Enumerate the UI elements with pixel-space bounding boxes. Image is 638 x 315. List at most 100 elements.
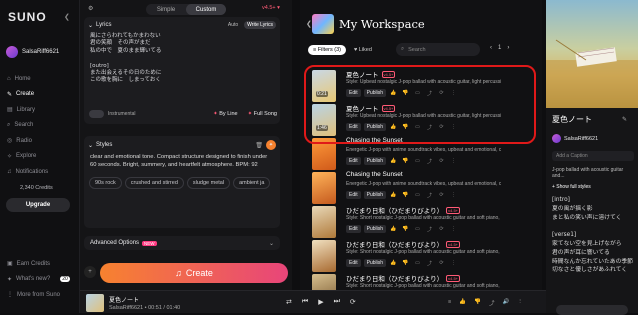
collapse-icon[interactable]: ❮	[64, 13, 70, 21]
mode-custom[interactable]: Custom	[186, 4, 226, 15]
style-tag[interactable]: ambient ja	[233, 177, 271, 190]
song-title[interactable]: ひだまり日和（ひだまりびより）	[346, 205, 443, 215]
comment-icon[interactable]: ▭	[413, 192, 422, 198]
play-icon[interactable]: ▶	[318, 298, 323, 306]
whats-new-link[interactable]: ✦ What's new? 20	[7, 272, 70, 288]
comment-icon[interactable]: ▭	[413, 260, 422, 266]
dislike-icon[interactable]: 👎	[401, 158, 410, 164]
dislike-icon[interactable]: 👎	[401, 192, 410, 198]
write-lyrics-tab[interactable]: Write Lyrics	[244, 21, 276, 29]
full-song-button[interactable]: ✦ Full Song	[248, 111, 277, 117]
song-row[interactable]: ひだまり日和（ひだまりびより） v4.5+ Style: Short nostalg…	[312, 238, 540, 272]
edit-button[interactable]: Edit	[346, 259, 361, 267]
song-title[interactable]: ひだまり日和（ひだまりびより）	[346, 239, 443, 249]
more-icon[interactable]: ⋮	[449, 260, 458, 266]
song-thumbnail[interactable]	[312, 240, 336, 272]
earn-credits-link[interactable]: ▣ Earn Credits	[7, 256, 70, 272]
share-icon[interactable]: ⤴	[489, 299, 495, 307]
next-page-icon[interactable]: ›	[507, 45, 509, 51]
chevron-down-icon[interactable]: ⌄	[88, 142, 93, 149]
styles-input[interactable]: clear and emotional tone. Compact struct…	[84, 154, 280, 169]
model-version-select[interactable]: v4.5+ ▾	[262, 5, 280, 11]
share-icon[interactable]: ⤴	[425, 158, 434, 165]
user-profile[interactable]: SalsaRiff6621	[6, 46, 59, 58]
show-styles-link[interactable]: + Show full styles	[552, 184, 634, 190]
chevron-down-icon[interactable]: ⌄	[88, 22, 93, 29]
like-icon[interactable]: 👍	[389, 158, 398, 164]
share-icon[interactable]: ⤴	[425, 192, 434, 199]
remix-icon[interactable]: ⟳	[437, 260, 446, 266]
edit-button[interactable]: Edit	[346, 157, 361, 165]
publish-button[interactable]: Publish	[363, 191, 387, 199]
publish-button[interactable]: Publish	[363, 157, 387, 165]
prev-page-icon[interactable]: ‹	[490, 45, 492, 51]
comment-icon[interactable]: ▭	[413, 226, 422, 232]
back-icon[interactable]: ❮	[306, 20, 312, 28]
song-title[interactable]: ひだまり日和（ひだまりびより）	[346, 273, 443, 283]
settings-icon[interactable]: ⚙	[88, 5, 93, 12]
comment-icon[interactable]: ▭	[413, 158, 422, 164]
nav-search[interactable]: ⌕ Search	[7, 118, 48, 134]
remix-icon[interactable]: ⟳	[437, 192, 446, 198]
suno-logo[interactable]: SUNO	[8, 10, 47, 24]
nav-create[interactable]: ✎ Create	[7, 87, 48, 103]
song-row[interactable]: Chasing the Sunset Energetic J-pop with a…	[312, 170, 540, 204]
advanced-options[interactable]: Advanced Options NEW ⌄	[84, 236, 280, 250]
like-icon[interactable]: 👍	[459, 299, 466, 307]
remix-icon[interactable]: ⟳	[437, 226, 446, 232]
dislike-icon[interactable]: 👎	[401, 260, 410, 266]
edit-button[interactable]: Edit	[346, 225, 361, 233]
more-icon[interactable]: ⋮	[517, 299, 523, 307]
mode-simple[interactable]: Simple	[146, 4, 186, 15]
lyrics-input[interactable]: 風にさらわれてもかまわない 君の笑顔 その声がまだ 私の中で 夏のまま輝いてる …	[84, 33, 280, 85]
share-icon[interactable]: ⤴	[425, 226, 434, 233]
liked-filter[interactable]: ♥ Liked	[350, 45, 376, 55]
instrumental-toggle[interactable]	[89, 110, 104, 118]
dislike-icon[interactable]: 👎	[401, 226, 410, 232]
filters-button[interactable]: ≡ Filters (3)	[308, 44, 346, 55]
trash-icon[interactable]: 🗑	[255, 142, 263, 149]
publish-button[interactable]: Publish	[363, 225, 387, 233]
song-title[interactable]: Chasing the Sunset	[346, 171, 403, 178]
remix-button[interactable]	[556, 305, 628, 315]
dislike-icon[interactable]: 👎	[474, 299, 481, 307]
style-tag[interactable]: sludge metal	[186, 177, 231, 190]
edit-icon[interactable]: ✎	[622, 116, 627, 123]
like-icon[interactable]: 👍	[389, 226, 398, 232]
style-tag[interactable]: 90s rock	[89, 177, 122, 190]
magic-style-icon[interactable]: ✦	[266, 140, 276, 150]
create-button[interactable]: ♫ Create	[100, 263, 288, 283]
by-line-button[interactable]: ✦ By Line	[213, 111, 238, 117]
more-icon[interactable]: ⋮	[449, 158, 458, 164]
workspace-title[interactable]: My Workspace	[339, 17, 425, 31]
previous-icon[interactable]: ⏮	[302, 298, 308, 306]
share-icon[interactable]: ⤴	[425, 260, 434, 267]
like-icon[interactable]: 👍	[389, 192, 398, 198]
auto-lyrics-tab[interactable]: Auto	[225, 21, 241, 29]
song-thumbnail[interactable]	[312, 206, 336, 238]
more-from-suno-link[interactable]: ⋮ More from Suno	[7, 287, 70, 303]
next-icon[interactable]: ⏭	[334, 298, 340, 306]
nav-home[interactable]: ⌂ Home	[7, 71, 48, 87]
nav-notifications[interactable]: ♫ Notifications	[7, 164, 48, 180]
nav-explore[interactable]: ✧ Explore	[7, 149, 48, 165]
nav-radio[interactable]: ◎ Radio	[7, 133, 48, 149]
search-input[interactable]: ⌕ Search	[396, 43, 480, 56]
detail-user[interactable]: SalsaRiff6621	[552, 134, 598, 143]
volume-icon[interactable]: 🔊	[502, 299, 509, 307]
style-tag[interactable]: crushed and stirred	[124, 177, 184, 190]
more-icon[interactable]: ⋮	[449, 192, 458, 198]
caption-input[interactable]: Add a Caption	[552, 151, 634, 161]
queue-icon[interactable]: ≡	[448, 299, 451, 307]
publish-button[interactable]: Publish	[363, 259, 387, 267]
add-icon[interactable]: +	[84, 266, 96, 278]
edit-button[interactable]: Edit	[346, 191, 361, 199]
nav-library[interactable]: ▤ Library	[7, 102, 48, 118]
shuffle-icon[interactable]: ⇄	[286, 298, 292, 306]
like-icon[interactable]: 👍	[389, 260, 398, 266]
player-title[interactable]: 夏色ノート	[109, 295, 139, 304]
upgrade-button[interactable]: Upgrade	[6, 198, 70, 212]
song-thumbnail[interactable]	[312, 172, 336, 204]
song-row[interactable]: ひだまり日和（ひだまりびより） v4.5+ Style: Short nostalg…	[312, 204, 540, 238]
repeat-icon[interactable]: ⟳	[350, 298, 356, 306]
